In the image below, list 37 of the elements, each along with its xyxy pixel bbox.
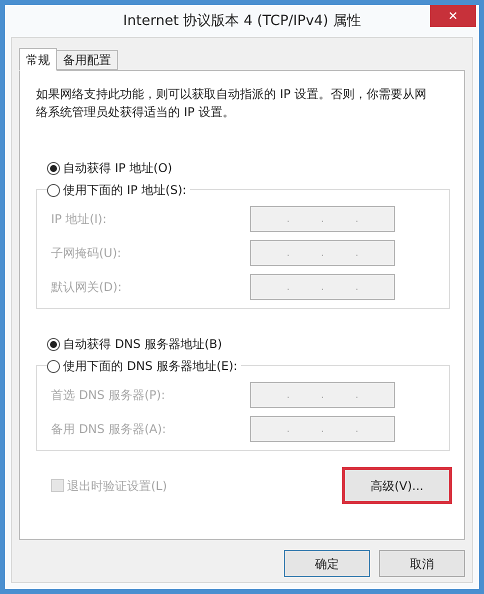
radio-label: 自动获得 IP 地址(O) [63, 160, 172, 177]
dialog-button[interactable]: 取消 [379, 550, 465, 577]
separator-dot: . [355, 246, 358, 260]
advanced-button[interactable]: 高级(V)... [342, 467, 452, 504]
field-label: IP 地址(I): [51, 211, 107, 228]
description-text: 如果网络支持此功能，则可以获取自动指派的 IP 设置。否则，你需要从网络系统管理员处获得适当的 IP 设置。 [36, 86, 428, 121]
separator-dot: . [320, 246, 324, 260]
dialog-button[interactable]: 确定 [284, 550, 370, 577]
separator-dot: . [286, 212, 290, 226]
separator-dot: . [320, 422, 324, 436]
field-label: 备用 DNS 服务器(A): [51, 421, 166, 438]
separator-dot: . [286, 246, 290, 260]
radio-button[interactable] [47, 338, 60, 350]
separator-dot: . [320, 212, 324, 226]
tab[interactable]: 备用配置 [57, 50, 118, 70]
window-title: Internet 协议版本 4 (TCP/IPv4) 属性 [123, 12, 361, 30]
separator-dot: . [286, 422, 290, 436]
radio-button[interactable] [47, 184, 60, 196]
separator-dot: . [355, 388, 358, 402]
checkbox-label: 退出时验证设置(L) [67, 478, 168, 494]
separator-dot: . [320, 280, 324, 294]
radio-label: 使用下面的 IP 地址(S): [63, 182, 186, 199]
field-label: 子网掩码(U): [51, 245, 122, 262]
radio-button[interactable] [47, 162, 60, 174]
separator-dot: . [286, 280, 290, 294]
separator-dot: . [355, 422, 358, 436]
separator-dot: . [320, 388, 324, 402]
separator-dot: . [286, 388, 290, 402]
tab[interactable]: 常规 [19, 48, 57, 71]
radio-label: 自动获得 DNS 服务器地址(B) [63, 336, 222, 353]
field-label: 默认网关(D): [51, 279, 122, 296]
separator-dot: . [355, 212, 358, 226]
separator-dot: . [355, 280, 358, 294]
field-label: 首选 DNS 服务器(P): [51, 387, 166, 404]
radio-button[interactable] [47, 360, 60, 372]
radio-label: 使用下面的 DNS 服务器地址(E): [63, 358, 238, 375]
close-button[interactable]: ✕ [430, 5, 476, 27]
